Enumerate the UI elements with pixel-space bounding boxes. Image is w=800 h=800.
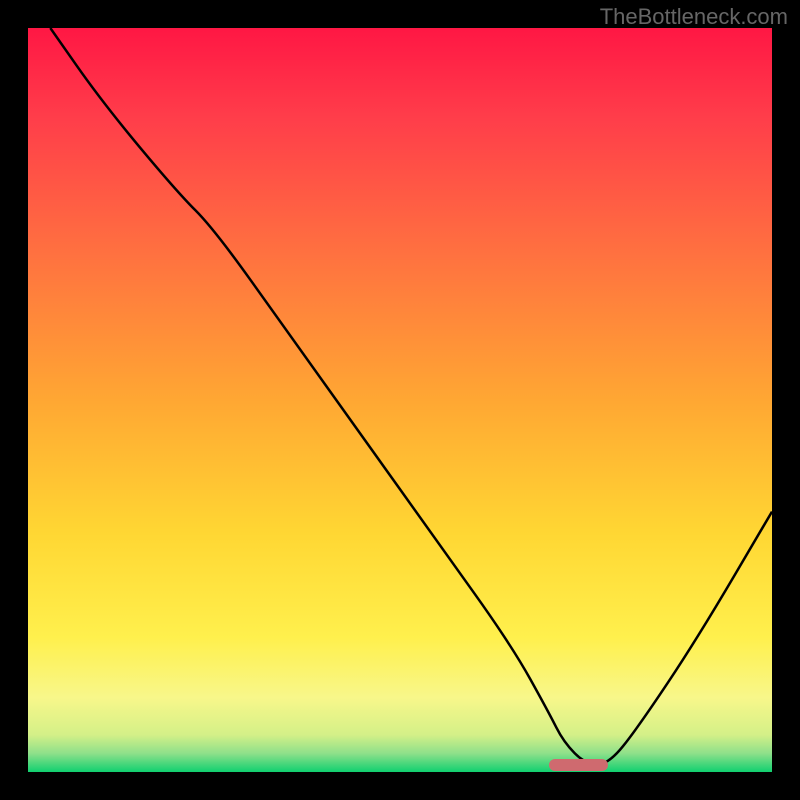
watermark-text: TheBottleneck.com [600, 4, 788, 30]
optimal-marker [549, 759, 609, 771]
chart-plot-area [28, 28, 772, 772]
chart-curve [28, 28, 772, 772]
